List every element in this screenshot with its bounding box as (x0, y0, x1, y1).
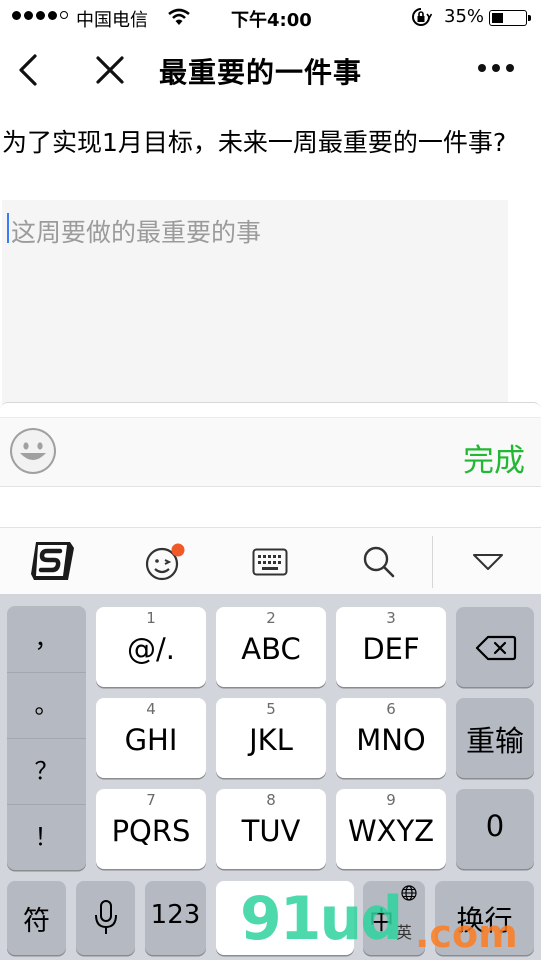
key-3[interactable]: 3 DEF (336, 607, 446, 687)
backspace-icon (475, 635, 517, 661)
watermark-logo: 91ud (240, 884, 403, 954)
voice-input-key[interactable] (76, 881, 135, 955)
close-icon[interactable] (92, 52, 128, 88)
rotation-lock-icon (412, 8, 432, 26)
punctuation-column[interactable]: ， 。 ？ ！ (7, 606, 86, 870)
punct-comma-key[interactable]: ， (7, 606, 86, 673)
toolbar-divider (432, 536, 433, 588)
emoji-button[interactable] (9, 427, 57, 475)
text-caret (7, 213, 9, 243)
page-title: 最重要的一件事 (159, 56, 363, 89)
symbol-key[interactable]: 符 (7, 881, 66, 955)
emoji-panel-icon[interactable] (144, 542, 186, 582)
key-1[interactable]: 1 @/. (96, 607, 206, 687)
back-icon[interactable] (14, 52, 44, 88)
more-options-icon[interactable] (478, 64, 514, 72)
input-accessory-bar: 完成 (0, 402, 541, 527)
done-button[interactable]: 完成 (463, 435, 525, 480)
keyboard-switch-icon[interactable] (252, 548, 288, 576)
key-9[interactable]: 9 WXYZ (336, 789, 446, 869)
microphone-icon (95, 900, 117, 934)
carrier-name: 中国电信 (76, 10, 148, 31)
answer-textarea[interactable]: 这周要做的最重要的事 (2, 200, 508, 405)
notification-badge (171, 543, 185, 557)
clock-time: 下午4:00 (231, 10, 312, 31)
punct-exclaim-key[interactable]: ！ (7, 804, 86, 870)
key-6[interactable]: 6 MNO (336, 698, 446, 778)
search-icon[interactable] (362, 545, 396, 579)
answer-placeholder: 这周要做的最重要的事 (11, 218, 262, 247)
signal-strength-icon (12, 11, 68, 20)
punct-period-key[interactable]: 。 (7, 672, 86, 739)
key-2[interactable]: 2 ABC (216, 607, 326, 687)
globe-icon (401, 885, 417, 901)
reenter-key[interactable]: 重输 (456, 698, 534, 778)
sogou-logo-icon[interactable] (30, 540, 76, 582)
backspace-key[interactable] (456, 607, 534, 687)
status-bar: 中国电信 下午4:00 35% (0, 0, 541, 36)
watermark-domain: .com (415, 912, 518, 956)
wifi-icon (168, 8, 190, 25)
keyboard-toolbar (0, 527, 541, 594)
key-7[interactable]: 7 PQRS (96, 789, 206, 869)
battery-icon (489, 10, 531, 26)
key-8[interactable]: 8 TUV (216, 789, 326, 869)
collapse-keyboard-icon[interactable] (472, 552, 504, 572)
zero-key[interactable]: 0 (456, 789, 534, 869)
battery-percent: 35% (444, 6, 485, 27)
question-prompt: 为了实现1月目标，未来一周最重要的一件事? (2, 128, 507, 157)
key-4[interactable]: 4 GHI (96, 698, 206, 778)
key-5[interactable]: 5 JKL (216, 698, 326, 778)
punct-question-key[interactable]: ？ (7, 738, 86, 805)
number-key[interactable]: 123 (145, 881, 206, 955)
